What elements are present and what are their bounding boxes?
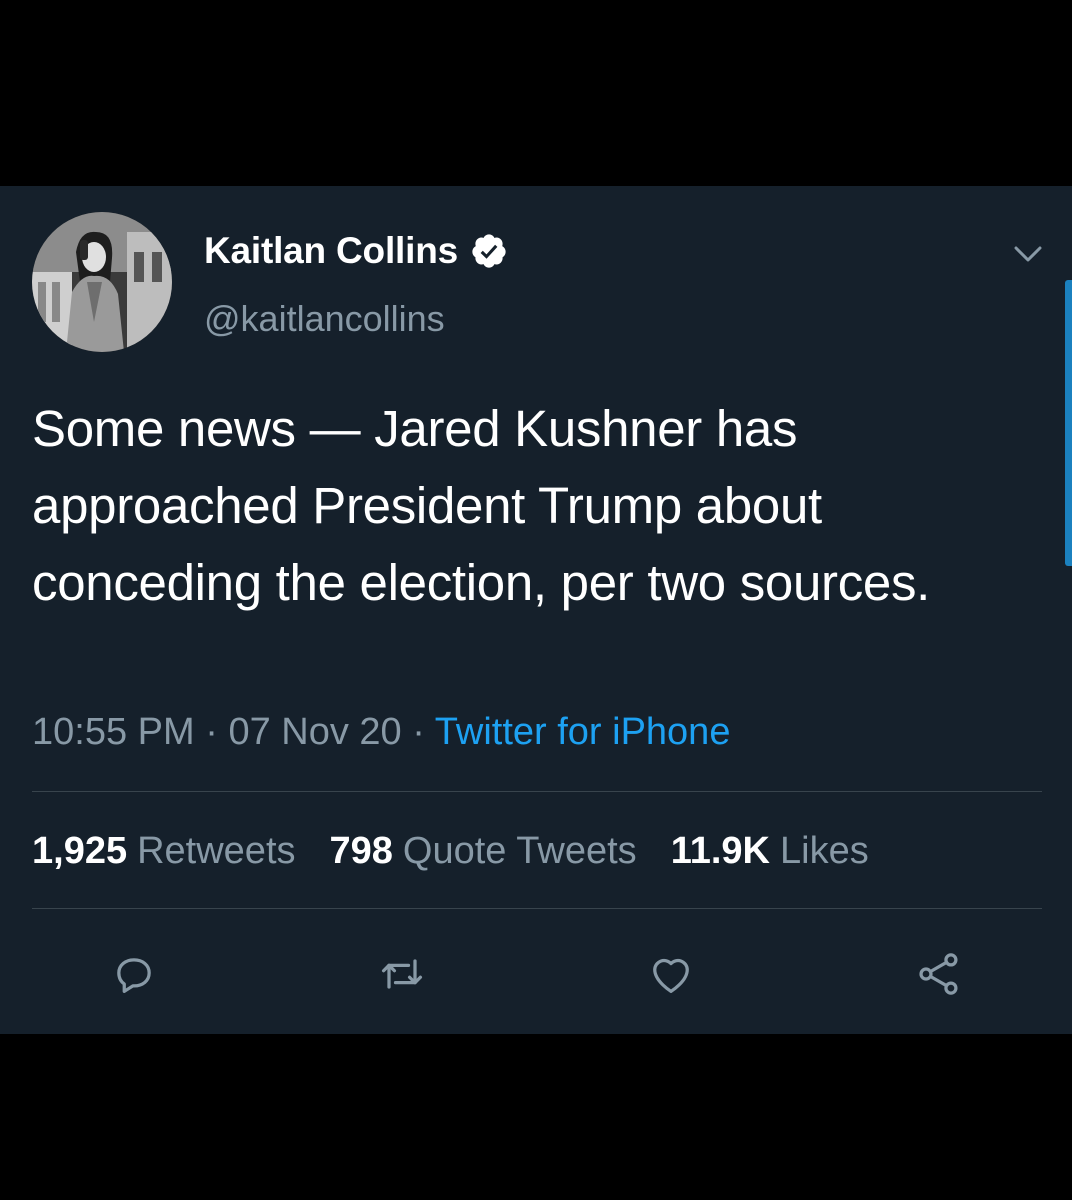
tweet-source-link[interactable]: Twitter for iPhone	[435, 711, 731, 753]
tweet-action-bar	[0, 944, 1072, 1004]
retweet-button[interactable]	[372, 944, 432, 1004]
reply-button[interactable]	[104, 944, 164, 1004]
likes-label: Likes	[780, 830, 869, 872]
quote-tweets-label: Quote Tweets	[402, 830, 637, 872]
meta-separator: ·	[412, 711, 425, 753]
user-handle[interactable]: @kaitlancollins	[204, 298, 445, 340]
user-name-row[interactable]: Kaitlan Collins	[204, 230, 508, 272]
avatar-photo	[32, 212, 172, 352]
verified-badge-icon	[470, 232, 508, 270]
chevron-down-icon[interactable]	[1010, 236, 1046, 272]
tweet-text: Some news — Jared Kushner has approached…	[32, 400, 931, 611]
retweets-count: 1,925	[32, 830, 128, 872]
share-button[interactable]	[909, 944, 969, 1004]
tweet-card: Kaitlan Collins @kaitlancollins Some new…	[0, 186, 1072, 1034]
reply-icon	[117, 958, 151, 993]
display-name[interactable]: Kaitlan Collins	[204, 230, 458, 272]
meta-separator: ·	[205, 711, 218, 753]
retweet-icon	[381, 959, 423, 989]
quote-tweets-stat[interactable]: 798 Quote Tweets	[330, 830, 637, 873]
scroll-indicator[interactable]	[1065, 280, 1072, 566]
avatar[interactable]	[32, 212, 172, 352]
divider	[32, 908, 1042, 909]
share-icon	[919, 953, 958, 995]
likes-stat[interactable]: 11.9K Likes	[671, 830, 869, 873]
retweets-stat[interactable]: 1,925 Retweets	[32, 830, 296, 873]
heart-icon	[653, 958, 689, 993]
tweet-date[interactable]: 07 Nov 20	[228, 711, 401, 753]
tweet-stats: 1,925 Retweets 798 Quote Tweets 11.9K Likes	[32, 830, 869, 873]
quote-tweets-count: 798	[329, 830, 393, 872]
likes-count: 11.9K	[670, 830, 770, 872]
tweet-meta: 10:55 PM · 07 Nov 20 · Twitter for iPhon…	[32, 711, 730, 754]
divider	[32, 791, 1042, 792]
like-button[interactable]	[641, 944, 701, 1004]
retweets-label: Retweets	[137, 830, 296, 872]
tweet-time[interactable]: 10:55 PM	[32, 711, 195, 753]
